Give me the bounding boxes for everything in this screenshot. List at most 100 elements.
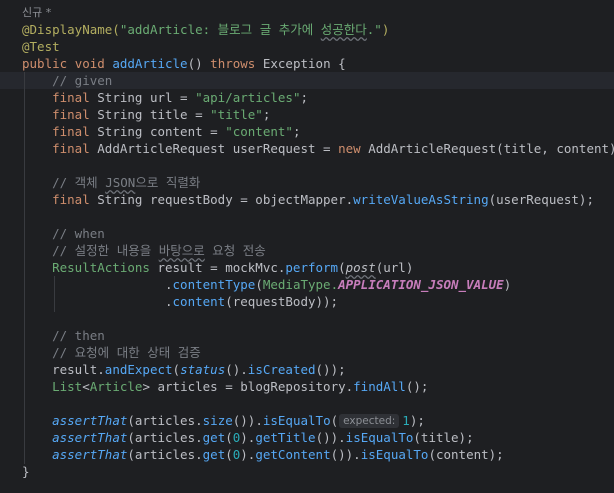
- code-line[interactable]: }: [22, 463, 30, 480]
- code-token: 성공한다: [320, 22, 367, 37]
- code-line[interactable]: assertThat(articles.size()).isEqualTo(ex…: [22, 412, 425, 429]
- code-token: ());: [315, 362, 346, 377]
- code-token: content: [172, 294, 226, 309]
- code-token: <: [82, 379, 90, 394]
- code-token: APPLICATION_JSON_VALUE: [338, 277, 504, 292]
- code-token: ResultActions: [22, 260, 158, 275]
- code-token: // 설정한 내용을: [22, 243, 159, 258]
- code-token: "title": [210, 107, 263, 122]
- code-line[interactable]: public void addArticle() throws Exceptio…: [22, 55, 346, 72]
- code-token: isCreated: [247, 362, 316, 377]
- code-token: Article: [89, 379, 143, 394]
- code-token: (: [172, 362, 181, 377]
- code-line[interactable]: // 설정한 내용을 바탕으로 요청 전송: [22, 242, 266, 259]
- code-line[interactable]: @Test: [22, 38, 60, 55]
- code-line[interactable]: .contentType(MediaType.APPLICATION_JSON_…: [22, 276, 511, 293]
- code-token: 으로 직렬화: [135, 175, 201, 190]
- code-token: .: [22, 277, 173, 292]
- code-line[interactable]: List<Article> articles = blogRepository.…: [22, 378, 428, 395]
- code-line[interactable]: final String requestBody = objectMapper.…: [22, 191, 594, 208]
- code-line[interactable]: // then: [22, 327, 105, 344]
- code-token: (content);: [428, 447, 504, 462]
- code-token: (title);: [413, 430, 474, 445]
- code-token: ).: [240, 447, 256, 462]
- code-token: getContent: [255, 447, 331, 462]
- parameter-hint: expected:: [339, 414, 400, 428]
- code-token: }: [22, 464, 30, 479]
- code-line[interactable]: final String content = "content";: [22, 123, 300, 140]
- code-token: addArticle: [112, 56, 188, 71]
- code-token: @DisplayName(: [22, 22, 120, 37]
- code-line[interactable]: assertThat(articles.get(0).getTitle()).i…: [22, 429, 474, 446]
- code-token: (: [330, 413, 339, 428]
- code-token: ().: [225, 362, 248, 377]
- code-line[interactable]: assertThat(articles.get(0).getContent())…: [22, 446, 504, 463]
- code-token: final: [22, 107, 98, 122]
- code-token: throws: [210, 56, 263, 71]
- code-token: "addArticle: 블로그 글 추가에: [119, 22, 321, 37]
- code-token: (url): [375, 260, 414, 275]
- code-token: ): [503, 277, 512, 292]
- code-token: result = mockMvc.: [157, 260, 286, 275]
- code-token: andExpect: [104, 362, 173, 377]
- code-token: final: [22, 141, 98, 156]
- code-token: writeValueAsString: [353, 192, 489, 207]
- code-line[interactable]: // 요청에 대한 상태 검증: [22, 344, 201, 361]
- code-token: findAll: [353, 379, 406, 394]
- code-line[interactable]: // given: [22, 72, 112, 89]
- code-token: (requestBody));: [225, 294, 339, 309]
- code-token: final: [22, 124, 98, 139]
- code-line[interactable]: final String url = "api/articles";: [22, 89, 308, 106]
- code-token: assertThat: [52, 413, 128, 428]
- code-token: 요청 전송: [204, 243, 266, 258]
- code-token: "api/articles": [195, 90, 301, 105]
- code-token: String content =: [97, 124, 226, 139]
- code-token: contentType: [172, 277, 256, 292]
- code-token: (articles.: [127, 413, 203, 428]
- code-token: assertThat: [52, 430, 128, 445]
- code-line[interactable]: @DisplayName("addArticle: 블로그 글 추가에 성공한다…: [22, 21, 389, 38]
- code-token: (: [225, 447, 233, 462]
- code-token: ;: [292, 124, 301, 139]
- code-token: size: [202, 413, 233, 428]
- code-token: isEqualTo: [345, 430, 414, 445]
- code-token: AddArticleRequest userRequest =: [97, 141, 339, 156]
- code-token: get: [202, 430, 226, 445]
- code-token: 1: [402, 413, 410, 428]
- code-line[interactable]: // when: [22, 225, 105, 242]
- code-line[interactable]: // 객체 JSON으로 직렬화: [22, 174, 200, 191]
- code-token: JSON: [105, 175, 136, 190]
- code-token: @Test: [22, 39, 60, 54]
- code-line[interactable]: ResultActions result = mockMvc.perform(p…: [22, 259, 413, 276]
- code-token: get: [202, 447, 226, 462]
- code-token: (: [338, 260, 346, 275]
- code-token: void: [74, 56, 113, 71]
- code-token: .: [22, 294, 173, 309]
- code-token: assertThat: [52, 447, 128, 462]
- code-editor[interactable]: 신규 * @DisplayName("addArticle: 블로그 글 추가에…: [0, 0, 614, 493]
- code-token: final: [22, 90, 98, 105]
- code-token: (articles.: [127, 447, 203, 462]
- code-token: MediaType.: [262, 277, 339, 292]
- code-line[interactable]: result.andExpect(status().isCreated());: [22, 361, 346, 378]
- code-token: isEqualTo: [262, 413, 331, 428]
- code-token: // then: [22, 328, 105, 343]
- code-token: // 요청에 대한 상태 검증: [22, 345, 201, 360]
- code-token: String requestBody = objectMapper.: [97, 192, 354, 207]
- code-token: // 객체: [22, 175, 106, 190]
- code-token: ()).: [315, 430, 346, 445]
- usage-hint[interactable]: 신규 *: [22, 4, 51, 21]
- code-line[interactable]: .content(requestBody));: [22, 293, 338, 310]
- code-line[interactable]: final String title = "title";: [22, 106, 270, 123]
- code-token: new: [338, 141, 369, 156]
- code-token: String url =: [97, 90, 196, 105]
- code-token: isEqualTo: [360, 447, 429, 462]
- code-token: "content": [225, 124, 293, 139]
- code-line[interactable]: final AddArticleRequest userRequest = ne…: [22, 140, 614, 157]
- code-token: public: [22, 56, 75, 71]
- code-token: (: [225, 430, 233, 445]
- code-token: ()).: [330, 447, 361, 462]
- code-token: .": [366, 22, 382, 37]
